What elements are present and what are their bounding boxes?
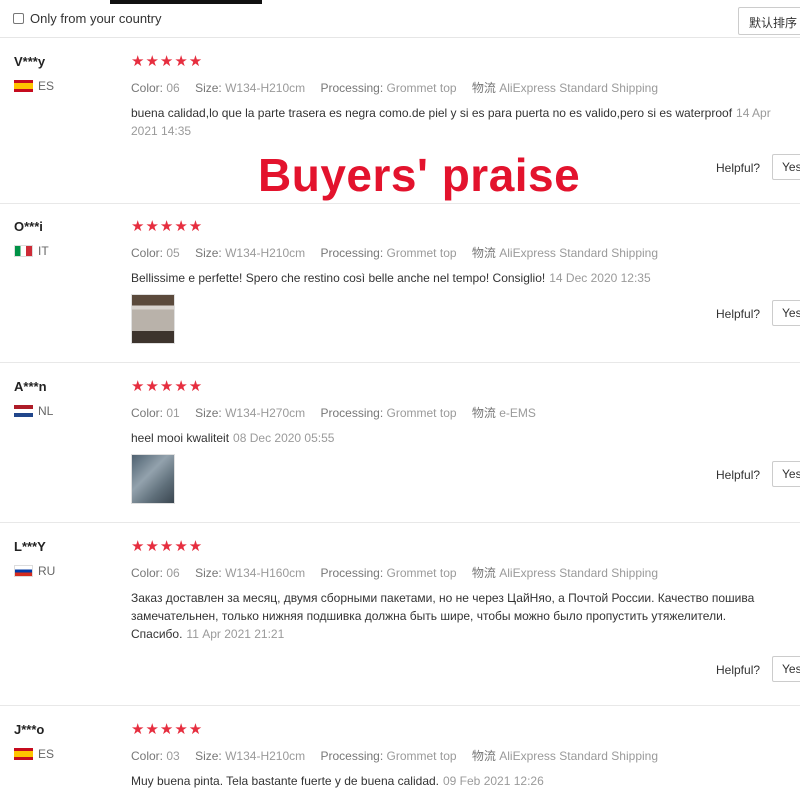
review-date: 09 Feb 2021 12:26 — [443, 774, 544, 788]
review-meta: Color: 06 Size: W134-H160cm Processing: … — [131, 566, 659, 580]
reviewer-country: ES — [14, 747, 54, 761]
divider — [0, 203, 800, 204]
star-rating: ★★★★★ — [131, 53, 204, 70]
review-photo-thumbnail[interactable] — [131, 294, 175, 344]
review-date: 11 Apr 2021 21:21 — [186, 627, 285, 641]
only-country-checkbox[interactable] — [13, 13, 24, 24]
helpful-label: Helpful? — [716, 468, 761, 482]
size-value: W134-H160cm — [225, 566, 306, 580]
reviewer-country: IT — [14, 244, 49, 258]
review-meta: Color: 03 Size: W134-H210cm Processing: … — [131, 749, 659, 763]
review-text: Muy buena pinta. Tela bastante fuerte y … — [131, 774, 544, 788]
reviewer-country: RU — [14, 564, 55, 578]
review-filter-bar: Only from your country 默认排序 — [0, 4, 800, 38]
star-rating: ★★★★★ — [131, 218, 204, 235]
helpful-yes-button[interactable]: Yes — [772, 656, 800, 682]
color-value: 01 — [166, 406, 180, 420]
color-value: 06 — [166, 81, 180, 95]
spain-flag-icon — [14, 80, 33, 92]
buyers-praise-banner: Buyers' praise — [258, 149, 581, 201]
reviewer-name: J***o — [14, 722, 45, 737]
review-meta: Color: 05 Size: W134-H210cm Processing: … — [131, 246, 659, 260]
review-text: heel mooi kwaliteit 08 Dec 2020 05:55 — [131, 431, 335, 445]
shipping-value: AliExpress Standard Shipping — [499, 566, 659, 580]
review-meta: Color: 01 Size: W134-H270cm Processing: … — [131, 406, 536, 420]
star-rating: ★★★★★ — [131, 538, 204, 555]
russia-flag-icon — [14, 565, 33, 577]
review-text: Заказ доставлен за месяц, двумя сборными… — [131, 591, 755, 641]
sort-dropdown[interactable]: 默认排序 — [738, 7, 800, 35]
reviewer-name: L***Y — [14, 539, 46, 554]
size-value: W134-H210cm — [225, 749, 306, 763]
review-text: buena calidad,lo que la parte trasera es… — [131, 106, 771, 138]
processing-value: Grommet top — [386, 566, 457, 580]
star-rating: ★★★★★ — [131, 721, 204, 738]
reviewer-name: A***n — [14, 379, 47, 394]
star-rating: ★★★★★ — [131, 378, 204, 395]
shipping-value: e-EMS — [499, 406, 536, 420]
reviewer-name: O***i — [14, 219, 43, 234]
size-value: W134-H210cm — [225, 81, 306, 95]
netherlands-flag-icon — [14, 405, 33, 417]
helpful-label: Helpful? — [716, 307, 761, 321]
reviewer-country: NL — [14, 404, 53, 418]
review-date: 08 Dec 2020 05:55 — [233, 431, 335, 445]
processing-value: Grommet top — [386, 81, 457, 95]
color-value: 03 — [166, 749, 180, 763]
processing-value: Grommet top — [386, 749, 457, 763]
helpful-label: Helpful? — [716, 161, 761, 175]
size-value: W134-H270cm — [225, 406, 306, 420]
helpful-yes-button[interactable]: Yes — [772, 154, 800, 180]
reviewer-country: ES — [14, 79, 54, 93]
processing-value: Grommet top — [386, 246, 457, 260]
review-date: 14 Dec 2020 12:35 — [549, 271, 651, 285]
reviewer-name: V***y — [14, 54, 46, 69]
helpful-yes-button[interactable]: Yes — [772, 300, 800, 326]
shipping-value: AliExpress Standard Shipping — [499, 749, 659, 763]
shipping-value: AliExpress Standard Shipping — [499, 81, 659, 95]
review-photo-thumbnail[interactable] — [131, 454, 175, 504]
spain-flag-icon — [14, 748, 33, 760]
color-value: 05 — [166, 246, 180, 260]
processing-value: Grommet top — [386, 406, 457, 420]
divider — [0, 362, 800, 363]
divider — [0, 705, 800, 706]
helpful-yes-button[interactable]: Yes — [772, 461, 800, 487]
shipping-value: AliExpress Standard Shipping — [499, 246, 659, 260]
color-value: 06 — [166, 566, 180, 580]
italy-flag-icon — [14, 245, 33, 257]
only-country-label[interactable]: Only from your country — [30, 11, 162, 26]
review-meta: Color: 06 Size: W134-H210cm Processing: … — [131, 81, 659, 95]
size-value: W134-H210cm — [225, 246, 306, 260]
divider — [0, 522, 800, 523]
helpful-label: Helpful? — [716, 663, 761, 677]
review-text: Bellissime e perfette! Spero che restino… — [131, 271, 651, 285]
